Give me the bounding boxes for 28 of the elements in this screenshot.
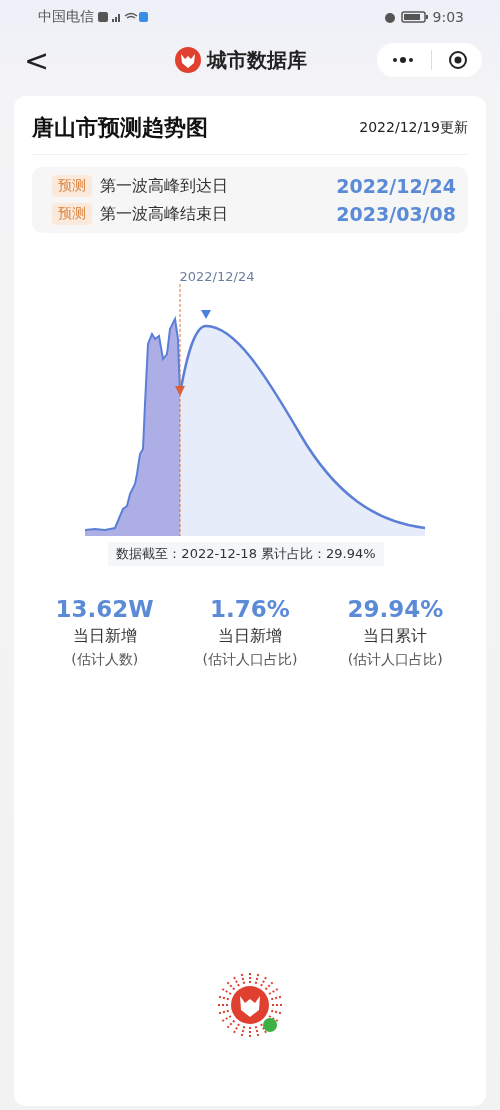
stat-note: (估计人口占比) (202, 651, 298, 669)
stat-value: 1.76% (210, 596, 290, 622)
prediction-tag: 预测 (52, 175, 92, 197)
stat-value: 13.62W (55, 596, 154, 622)
clock-text: 9:03 (432, 9, 464, 25)
marker-date: 2022/12/24 (179, 269, 255, 284)
prediction-label: 第一波高峰到达日 (100, 175, 228, 197)
app-title: 城市数据库 (207, 46, 307, 74)
stat-note: (估计人数) (71, 651, 139, 669)
stat-label: 当日累计 (363, 626, 428, 647)
stat-label: 当日新增 (72, 626, 137, 647)
stat-value: 29.94% (347, 596, 444, 622)
stat-label: 当日新增 (218, 626, 282, 647)
chart-caption: 数据截至：2022-12-18 累计占比：29.94% (108, 542, 384, 566)
back-button[interactable]: < (18, 42, 56, 78)
stat-note: (估计人口占比) (347, 651, 443, 669)
fox-logo-icon (175, 47, 201, 73)
prediction-date: 2022/12/24 (336, 175, 456, 197)
prediction-date: 2023/03/08 (336, 203, 456, 225)
card-title: 唐山市预测趋势图 (32, 114, 208, 142)
close-icon[interactable] (448, 50, 468, 70)
update-date: 2022/12/19更新 (359, 119, 468, 137)
battery-icon (400, 10, 429, 24)
more-icon[interactable] (391, 56, 415, 64)
signal-icon (98, 10, 148, 24)
prediction-tag: 预测 (52, 203, 92, 225)
carrier-text: 中国电信 (38, 8, 94, 26)
prediction-label: 第一波高峰结束日 (100, 203, 228, 225)
